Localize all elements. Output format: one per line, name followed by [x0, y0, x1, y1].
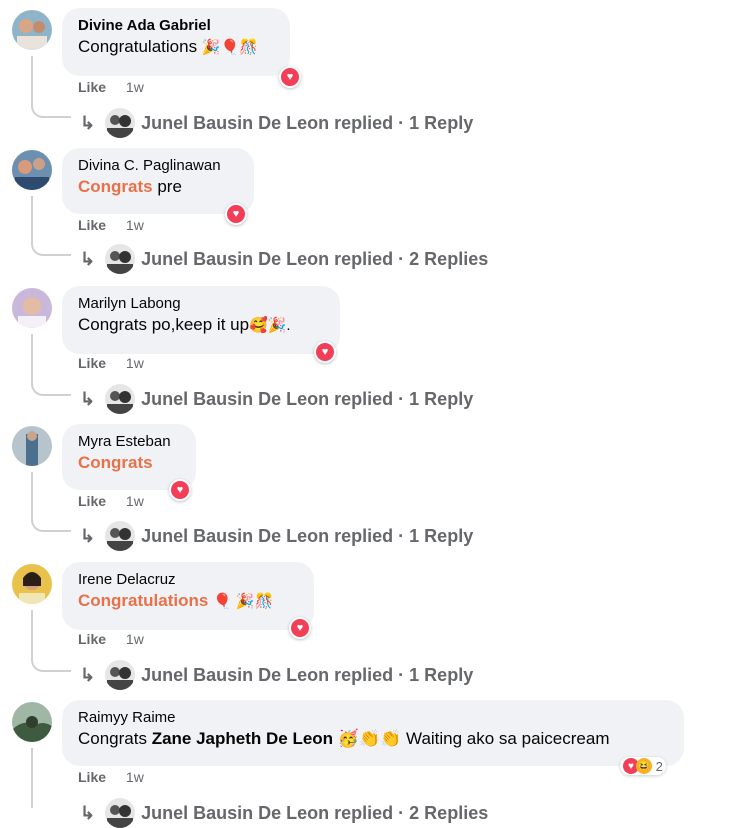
reply-arrow-icon: ↳ — [80, 388, 96, 409]
like-button[interactable]: Like — [78, 769, 106, 785]
replier-avatar — [105, 108, 136, 138]
comment-meta: Like 1w — [78, 631, 144, 647]
thread-curve — [31, 514, 71, 532]
heart-reaction-icon[interactable]: ♥ — [289, 617, 311, 639]
avatar[interactable] — [12, 150, 52, 190]
comment-meta: Like 1w — [78, 355, 144, 371]
comment-meta: Like 1w — [78, 769, 144, 785]
avatar[interactable] — [12, 288, 52, 328]
comment-text: Congrats po,keep it up🥰🎉. — [78, 313, 326, 338]
thread-curve — [31, 378, 71, 396]
view-replies-button[interactable]: ↳ Junel Bausin De Leon replied · 1 Reply — [80, 108, 473, 138]
replier-avatar — [105, 384, 136, 414]
thread-line — [31, 196, 33, 244]
replier-name: Junel Bausin De Leon — [141, 664, 330, 685]
timestamp[interactable]: 1w — [126, 769, 144, 785]
heart-reaction-icon[interactable]: ♥ — [225, 203, 247, 225]
like-button[interactable]: Like — [78, 355, 106, 371]
replier-name: Junel Bausin De Leon — [141, 525, 330, 546]
view-replies-button[interactable]: ↳ Junel Bausin De Leon replied · 1 Reply — [80, 521, 473, 551]
comment-bubble: Divina C. Paglinawan Congrats pre — [62, 148, 254, 214]
comment-author[interactable]: Divine Ada Gabriel — [78, 16, 276, 35]
timestamp[interactable]: 1w — [126, 493, 144, 509]
replier-name: Junel Bausin De Leon — [141, 248, 330, 269]
thread-curve — [31, 100, 71, 118]
replier-avatar — [105, 521, 136, 551]
reaction-count: 2 — [655, 758, 663, 774]
comment-bubble: Raimyy Raime Congrats Zane Japheth De Le… — [62, 700, 684, 766]
reaction-count-badge[interactable]: ♥ 😆 2 — [620, 757, 666, 775]
replier-name: Junel Bausin De Leon — [141, 112, 330, 133]
timestamp[interactable]: 1w — [126, 217, 144, 233]
avatar[interactable] — [12, 10, 52, 50]
heart-reaction-icon[interactable]: ♥ — [314, 341, 336, 363]
like-button[interactable]: Like — [78, 631, 106, 647]
view-replies-button[interactable]: ↳ Junel Bausin De Leon replied · 2 Repli… — [80, 244, 488, 274]
comment-author[interactable]: Marilyn Labong — [78, 294, 326, 313]
comment-author[interactable]: Myra Esteban — [78, 432, 182, 451]
comment-text: Congratulations 🎉🎈🎊 — [78, 35, 276, 60]
comment-author[interactable]: Raimyy Raime — [78, 708, 670, 727]
timestamp[interactable]: 1w — [126, 79, 144, 95]
comment-meta: Like 1w — [78, 493, 144, 509]
replied-label: replied · 2 Replies — [334, 802, 489, 823]
heart-reaction-icon[interactable]: ♥ — [169, 479, 191, 501]
emoji-group: 🎉🎈🎊 — [201, 38, 258, 56]
avatar[interactable] — [12, 702, 52, 742]
view-replies-button[interactable]: ↳ Junel Bausin De Leon replied · 2 Repli… — [80, 798, 488, 828]
replied-label: replied · 1 Reply — [334, 112, 474, 133]
reply-arrow-icon: ↳ — [80, 112, 96, 133]
avatar[interactable] — [12, 564, 52, 604]
replier-avatar — [105, 798, 136, 828]
comment-bubble: Divine Ada Gabriel Congratulations 🎉🎈🎊 — [62, 8, 290, 76]
timestamp[interactable]: 1w — [126, 631, 144, 647]
reply-arrow-icon: ↳ — [80, 525, 96, 546]
comment-bubble: Irene Delacruz Congratulations 🎈 🎉🎊 — [62, 562, 314, 630]
replier-name: Junel Bausin De Leon — [141, 802, 330, 823]
view-replies-button[interactable]: ↳ Junel Bausin De Leon replied · 1 Reply — [80, 660, 473, 690]
replied-label: replied · 2 Replies — [334, 248, 489, 269]
comment-text: Congrats pre — [78, 177, 182, 196]
thread-line — [31, 56, 33, 106]
like-button[interactable]: Like — [78, 493, 106, 509]
comment-text: Congratulations 🎈 🎉🎊 — [78, 589, 300, 614]
comment-text: Congrats — [78, 453, 153, 472]
like-button[interactable]: Like — [78, 79, 106, 95]
view-replies-button[interactable]: ↳ Junel Bausin De Leon replied · 1 Reply — [80, 384, 473, 414]
comment-meta: Like 1w — [78, 79, 144, 95]
reply-arrow-icon: ↳ — [80, 664, 96, 685]
comment-author[interactable]: Divina C. Paglinawan — [78, 156, 240, 175]
emoji-group: 🎈 🎉🎊 — [213, 592, 274, 610]
emoji-group: 🥰🎉. — [249, 316, 291, 334]
comment-bubble: Marilyn Labong Congrats po,keep it up🥰🎉. — [62, 286, 340, 354]
replier-name: Junel Bausin De Leon — [141, 388, 330, 409]
avatar[interactable] — [12, 426, 52, 466]
comment-author[interactable]: Irene Delacruz — [78, 570, 300, 589]
replied-label: replied · 1 Reply — [334, 664, 474, 685]
thread-curve — [31, 238, 71, 256]
haha-reaction-icon: 😆 — [636, 758, 652, 774]
thread-line — [31, 748, 33, 808]
timestamp[interactable]: 1w — [126, 355, 144, 371]
thread-line — [31, 472, 33, 520]
thread-line — [31, 610, 33, 660]
mention-tag[interactable]: Zane Japheth De Leon — [152, 729, 333, 748]
thread-curve — [31, 654, 71, 672]
replier-avatar — [105, 660, 136, 690]
reply-arrow-icon: ↳ — [80, 802, 96, 823]
reply-arrow-icon: ↳ — [80, 248, 96, 269]
replied-label: replied · 1 Reply — [334, 525, 474, 546]
thread-line — [31, 334, 33, 384]
like-button[interactable]: Like — [78, 217, 106, 233]
comment-meta: Like 1w — [78, 217, 144, 233]
replier-avatar — [105, 244, 136, 274]
heart-reaction-icon[interactable]: ♥ — [279, 66, 301, 88]
comment-text: Congrats Zane Japheth De Leon 🥳👏👏 Waitin… — [78, 729, 610, 748]
replied-label: replied · 1 Reply — [334, 388, 474, 409]
